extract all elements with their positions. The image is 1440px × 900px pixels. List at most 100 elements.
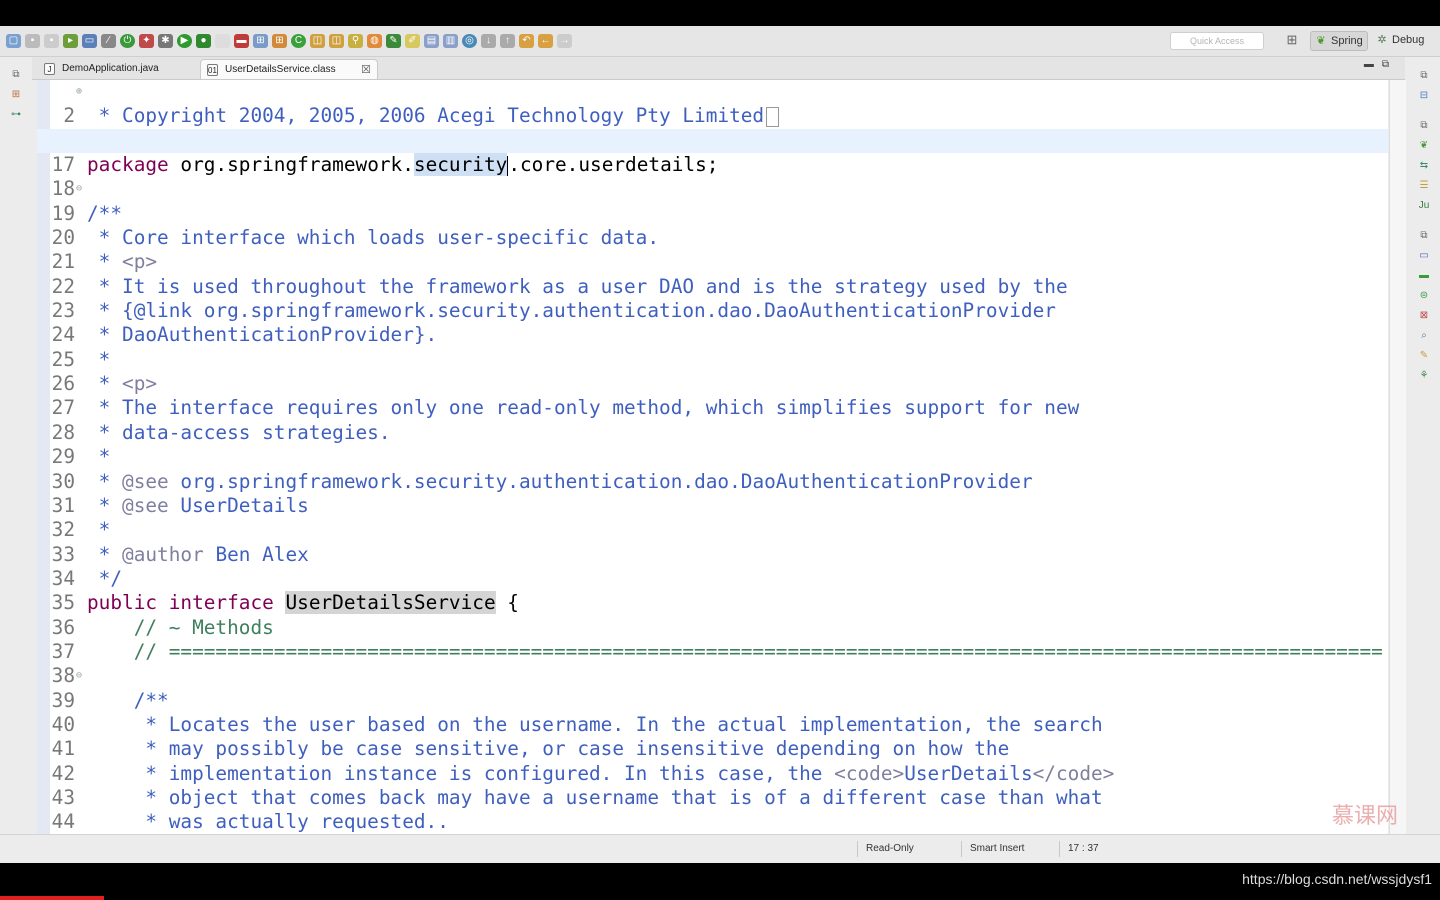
last-edit-location-icon[interactable]: ↶	[519, 34, 534, 48]
eclipse-window: ▢ ▪ ▪ ▸ ▭ ⁄ ⏻ ✦ ✱ ▶ ● ▬ ⊞ ⊞ C ◫ ◫ ⚲ ◍ ✎ …	[0, 26, 1440, 863]
run-external-icon[interactable]: ●	[196, 34, 211, 48]
class-file-icon: 01	[207, 64, 218, 76]
call-hierarchy-icon[interactable]: ⚘	[1417, 369, 1431, 382]
type-hierarchy-icon[interactable]: ⊶	[9, 109, 23, 121]
tab-demo-application[interactable]: J DemoApplication.java	[38, 59, 196, 79]
debug-icon[interactable]: ✱	[158, 34, 173, 48]
code-line: 30 * @see org.springframework.security.a…	[37, 445, 1388, 493]
restore-icon[interactable]: ⧉	[1417, 119, 1431, 132]
java-file-icon: J	[44, 63, 55, 75]
toolbar-icons: ▢ ▪ ▪ ▸ ▭ ⁄ ⏻ ✦ ✱ ▶ ● ▬ ⊞ ⊞ C ◫ ◫ ⚲ ◍ ✎ …	[6, 32, 572, 50]
show-whitespace-icon[interactable]: ▤	[424, 34, 439, 48]
perspective-debug-button[interactable]: ✲ Debug	[1372, 31, 1428, 49]
console-icon[interactable]: ▭	[1417, 249, 1431, 262]
right-trim-stack: ⧉ ⊟ ⧉ ❦ ⇆ ☰ Ju ⧉ ▭ ▬ ⊜ ⊠ ⌕ ✎ ⚘	[1405, 57, 1440, 836]
next-annotation-icon[interactable]: ↓	[481, 34, 496, 48]
highlight-icon[interactable]: ✐	[405, 34, 420, 48]
previous-annotation-icon[interactable]: ↑	[500, 34, 515, 48]
toggle-mark-occurrences-icon[interactable]: ✎	[386, 34, 401, 48]
boot-dashboard-icon[interactable]: ⏻	[120, 34, 135, 48]
main-toolbar: ▢ ▪ ▪ ▸ ▭ ⁄ ⏻ ✦ ✱ ▶ ● ▬ ⊞ ⊞ C ◫ ◫ ⚲ ◍ ✎ …	[0, 26, 1440, 57]
progress-icon[interactable]: ⊜	[1417, 289, 1431, 302]
collapse-fold-icon[interactable]: ⊖	[76, 664, 84, 688]
code-line: 25 *	[37, 323, 1388, 371]
close-tab-icon[interactable]: ☒	[361, 60, 371, 80]
new-package-icon[interactable]: ⊞	[272, 34, 287, 48]
restore-icon[interactable]: ⧉	[9, 69, 23, 81]
spring-tools-icon[interactable]: ✦	[139, 34, 154, 48]
open-resource-icon[interactable]: ◍	[367, 34, 382, 48]
comment-text: * was actually requested..	[87, 810, 449, 834]
new-java-project-icon[interactable]: ⊞	[253, 34, 268, 48]
watermark-logo: 慕课网	[1332, 804, 1399, 829]
search-icon[interactable]: ⚲	[348, 34, 363, 48]
code-line: 43 * object that comes back may have a u…	[37, 762, 1388, 809]
code-line: 38	[37, 640, 1388, 687]
quick-access-field[interactable]: Quick Access	[1170, 32, 1264, 50]
code-line: 40 * Locates the user based on the usern…	[37, 689, 1388, 736]
code-line: 37 // ==================================…	[37, 616, 1388, 663]
code-line: 2 ⊕ * Copyright 2004, 2005, 2006 Acegi Te…	[37, 80, 1388, 127]
status-cursor-position: 17 : 37	[1059, 841, 1158, 857]
code-line: 39 ⊖ /**	[37, 664, 1388, 711]
perspective-debug-label: Debug	[1392, 34, 1425, 46]
search-view-icon[interactable]: ⌕	[1417, 329, 1431, 342]
servers-icon[interactable]: ▬	[1417, 269, 1431, 282]
save-all-icon[interactable]: ▪	[44, 34, 59, 48]
status-insert-mode: Smart Insert	[961, 841, 1056, 857]
open-type-icon[interactable]: ◫	[310, 34, 325, 48]
build-icon[interactable]: ▸	[63, 34, 78, 48]
junit-icon[interactable]: Ju	[1417, 199, 1431, 212]
code-line: 16	[37, 104, 1388, 152]
new-class-icon[interactable]: C	[291, 34, 306, 48]
open-task-icon[interactable]: ◫	[329, 34, 344, 48]
history-icon[interactable]: ✎	[1417, 349, 1431, 362]
code-line: 41 * may possibly be case sensitive, or …	[37, 713, 1388, 760]
new-icon[interactable]: ▢	[6, 34, 21, 48]
code-line: 29 *	[37, 421, 1388, 468]
restore-icon[interactable]: ⧉	[1417, 69, 1431, 82]
code-line: 34 */	[37, 543, 1388, 590]
outline-icon[interactable]: ⊟	[1417, 89, 1431, 102]
forward-icon[interactable]: →	[557, 34, 572, 48]
overview-ruler[interactable]	[1389, 80, 1406, 834]
code-editor[interactable]: 2 ⊕ * Copyright 2004, 2005, 2006 Acegi Te…	[37, 80, 1388, 834]
editor-minimize-maximize-icons[interactable]: ▬⧉	[1364, 59, 1397, 70]
back-icon[interactable]: ←	[538, 34, 553, 48]
code-line: 36 // ~ Methods	[37, 591, 1388, 639]
code-line: 27 * The interface requires only one rea…	[37, 372, 1388, 419]
task-list-icon[interactable]: ☰	[1417, 179, 1431, 192]
spring-explorer-icon[interactable]: ❦	[1417, 139, 1431, 152]
block-selection-icon[interactable]: ▥	[443, 34, 458, 48]
new-server-icon[interactable]: ▬	[234, 34, 249, 48]
debug-bug-icon: ✲	[1377, 34, 1387, 46]
problems-icon[interactable]: ⊠	[1417, 309, 1431, 322]
expand-fold-icon[interactable]: ⊕	[76, 80, 84, 104]
current-code-line: 17 package org.springframework.security.c…	[37, 128, 1388, 177]
code-line: 20 * Core interface which loads user-spe…	[37, 202, 1388, 249]
code-line: 35 public interface UserDetailsService {	[37, 567, 1388, 615]
console-icon[interactable]: ▭	[82, 34, 97, 48]
run-icon[interactable]: ▶	[177, 34, 192, 48]
code-line: 18	[37, 153, 1388, 200]
web-browser-icon[interactable]: ◎	[462, 34, 477, 48]
source-url: https://blog.csdn.net/wssjdysf1	[1242, 871, 1432, 887]
perspective-spring-label: Spring	[1331, 35, 1363, 47]
tab-user-details-service[interactable]: 01 UserDetailsService.class ☒	[200, 59, 378, 79]
video-progress-bar[interactable]	[0, 896, 104, 900]
boot-dashboard-icon[interactable]: ⇆	[1417, 159, 1431, 172]
restore-icon[interactable]: ⧉	[1417, 229, 1431, 242]
code-line: 31 * @see UserDetails	[37, 470, 1388, 517]
save-icon[interactable]: ▪	[25, 34, 40, 48]
code-lines: 2 ⊕ * Copyright 2004, 2005, 2006 Acegi Te…	[37, 80, 1388, 833]
status-bar: Read-Only Smart Insert 17 : 37	[0, 834, 1440, 863]
code-line: 28 * data-access strategies.	[37, 396, 1388, 444]
perspective-spring-button[interactable]: ❦ Spring	[1310, 31, 1368, 51]
code-line: 19 ⊖/**	[37, 177, 1388, 224]
open-perspective-icon[interactable]: ⊞	[1283, 31, 1301, 49]
code-line: 22 * It is used throughout the framework…	[37, 250, 1388, 298]
collapse-fold-icon[interactable]: ⊖	[76, 177, 84, 201]
package-explorer-icon[interactable]: ⊞	[9, 89, 23, 101]
skip-breakpoints-icon[interactable]: ⁄	[101, 34, 116, 48]
code-line: 23 * {@link org.springframework.security…	[37, 275, 1388, 322]
